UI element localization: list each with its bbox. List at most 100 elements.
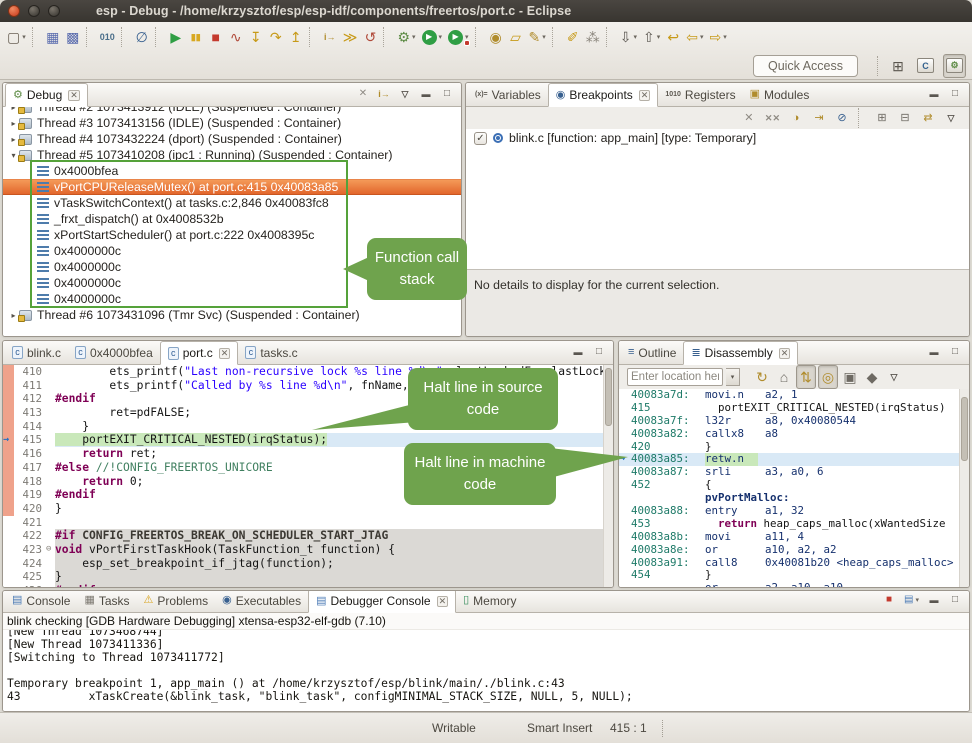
- annotation-navigation-icon[interactable]: ⁂: [583, 25, 603, 49]
- tab-outline[interactable]: ≡Outline: [621, 341, 683, 364]
- debug-thread-row[interactable]: ▸Thread #3 1073413156 (IDLE) (Suspended …: [3, 115, 461, 131]
- location-input[interactable]: [627, 368, 723, 386]
- maximize-icon[interactable]: □: [948, 592, 962, 608]
- fold-marker-icon[interactable]: ⊖: [46, 543, 55, 557]
- tab-breakpoints[interactable]: ◉Breakpoints✕: [548, 83, 659, 107]
- run-icon[interactable]: ▶▾: [419, 25, 446, 49]
- step-over-icon[interactable]: ↷: [266, 25, 286, 49]
- minimize-icon[interactable]: ▬: [571, 344, 585, 360]
- disassembly-line[interactable]: 40083a82:callx8a8: [619, 428, 959, 441]
- mark-occurrences-icon[interactable]: ✐: [563, 25, 583, 49]
- terminate-and-relaunch-icon[interactable]: ↺: [360, 25, 380, 49]
- breakpoint-row[interactable]: ✓blink.c [function: app_main] [type: Tem…: [466, 129, 969, 147]
- tab-variables[interactable]: (x)=Variables: [468, 83, 548, 106]
- sync-with-active-context-icon[interactable]: ⇅: [796, 365, 816, 389]
- code-line[interactable]: 425}: [3, 570, 603, 584]
- go-to-file-icon[interactable]: ⇥: [809, 109, 829, 127]
- disassembly-line[interactable]: 40083a8b:movia11, 4: [619, 531, 959, 544]
- close-tab-icon[interactable]: ✕: [219, 348, 231, 359]
- disassembly-line[interactable]: 415 portEXIT_CRITICAL_NESTED(irqStatus): [619, 402, 959, 415]
- pin-icon[interactable]: ◆: [862, 365, 882, 389]
- tab-port-c[interactable]: cport.c✕: [160, 341, 239, 365]
- tab-modules[interactable]: ▣Modules: [743, 83, 817, 106]
- minimize-icon[interactable]: ▬: [419, 86, 433, 102]
- tab-executables[interactable]: ◉Executables: [215, 590, 308, 612]
- disassembly-line[interactable]: 40083a8e:ora10, a2, a2: [619, 544, 959, 557]
- close-tab-icon[interactable]: ✕: [639, 90, 651, 101]
- open-type-icon[interactable]: ◉: [486, 25, 506, 49]
- open-new-view-icon[interactable]: ▣: [840, 365, 860, 389]
- code-line[interactable]: 426#endif: [3, 584, 603, 587]
- forward-icon[interactable]: ⇨▾: [707, 25, 730, 49]
- open-resource-icon[interactable]: ▱: [506, 25, 526, 49]
- tab-registers[interactable]: 1010Registers: [658, 83, 742, 106]
- debug-thread-row[interactable]: ▸Thread #6 1073431096 (Tmr Svc) (Suspend…: [3, 307, 461, 323]
- tab-tasks[interactable]: ▦Tasks: [77, 590, 136, 612]
- disassembly-line[interactable]: 40083a91:call80x40081b20 <heap_caps_mall…: [619, 557, 959, 570]
- tab-disassembly[interactable]: ≣Disassembly✕: [683, 341, 798, 365]
- tab-memory[interactable]: ▯Memory: [456, 590, 523, 612]
- breakpoints-list[interactable]: ✓blink.c [function: app_main] [type: Tem…: [466, 129, 969, 269]
- back-icon[interactable]: ⇦▾: [683, 25, 706, 49]
- location-dropdown-icon[interactable]: ▾: [726, 368, 740, 386]
- stack-frame-row[interactable]: _frxt_dispatch() at 0x4008532b: [3, 211, 461, 227]
- stack-frame-row[interactable]: vTaskSwitchContext() at tasks.c:2,846 0x…: [3, 195, 461, 211]
- code-line[interactable]: 421: [3, 516, 603, 530]
- maximize-icon[interactable]: □: [948, 86, 962, 102]
- disassembly-line[interactable]: ora2, a10, a10: [619, 582, 959, 587]
- collapse-all-icon[interactable]: ⊟: [895, 109, 915, 127]
- view-menu-icon[interactable]: ▽: [398, 86, 412, 102]
- tab-0x4000bfea[interactable]: c0x4000bfea: [68, 341, 160, 364]
- home-icon[interactable]: ⌂: [774, 365, 794, 389]
- minimize-icon[interactable]: ▬: [927, 344, 941, 360]
- remove-all-breakpoints-icon[interactable]: ✕✕: [762, 109, 783, 127]
- close-tab-icon[interactable]: ✕: [437, 596, 449, 607]
- previous-annotation-icon[interactable]: ⇧▾: [640, 25, 663, 49]
- debug-tree[interactable]: ▸Thread #2 1073413912 (IDLE) (Suspended …: [3, 107, 461, 336]
- quick-access-button[interactable]: Quick Access: [753, 55, 858, 77]
- display-selected-console-icon[interactable]: ▤▾: [903, 592, 920, 608]
- debug-thread-row[interactable]: ▸Thread #4 1073432224 (dport) (Suspended…: [3, 131, 461, 147]
- binary-icon[interactable]: 010: [97, 25, 118, 49]
- debug-thread-row[interactable]: ▸Thread #2 1073413912 (IDLE) (Suspended …: [3, 107, 461, 115]
- window-minimize-button[interactable]: [28, 5, 40, 17]
- instruction-stepping-icon[interactable]: i→: [320, 25, 340, 49]
- skip-all-breakpoints-icon[interactable]: ⊘: [832, 109, 852, 127]
- console-output[interactable]: [New Thread 1073468744][New Thread 10734…: [3, 630, 969, 711]
- cpp-perspective-icon[interactable]: C: [914, 54, 937, 78]
- terminate-icon[interactable]: ■: [206, 25, 226, 49]
- search-icon[interactable]: ✎▾: [526, 25, 549, 49]
- disassembly-line[interactable]: 40083a87:srlia3, a0, 6: [619, 466, 959, 479]
- disassembly-area[interactable]: 40083a7d:movi.na2, 1415 portEXIT_CRITICA…: [619, 389, 959, 587]
- maximize-icon[interactable]: □: [440, 86, 454, 102]
- save-icon[interactable]: ▦: [43, 25, 63, 49]
- window-maximize-button[interactable]: [48, 5, 60, 17]
- next-annotation-icon[interactable]: ⇩▾: [617, 25, 640, 49]
- disassembly-scrollbar[interactable]: [959, 389, 969, 587]
- skip-all-breakpoints-icon[interactable]: ∅: [132, 25, 152, 49]
- remove-breakpoint-icon[interactable]: ✕: [739, 109, 759, 127]
- new-wizard-icon[interactable]: ▢▾: [4, 25, 29, 49]
- close-tab-icon[interactable]: ✕: [68, 90, 80, 101]
- code-line[interactable]: 423⊖void vPortFirstTaskHook(TaskFunction…: [3, 543, 603, 557]
- view-menu-icon[interactable]: ▽: [941, 109, 961, 127]
- tab-tasks-c[interactable]: ctasks.c: [238, 341, 304, 364]
- minimize-icon[interactable]: ▬: [927, 592, 941, 608]
- save-all-icon[interactable]: ▩: [63, 25, 83, 49]
- expand-all-icon[interactable]: ⊞: [872, 109, 892, 127]
- code-line[interactable]: 424 esp_set_breakpoint_if_jtag(function)…: [3, 557, 603, 571]
- stack-frame-row[interactable]: vPortCPUReleaseMutex() at port.c:415 0x4…: [3, 179, 461, 195]
- window-close-button[interactable]: [8, 5, 20, 17]
- tab-debugger-console[interactable]: ▤Debugger Console✕: [308, 590, 456, 613]
- tab-debug[interactable]: ⚙Debug✕: [5, 83, 88, 107]
- disassembly-scrollbar-thumb[interactable]: [961, 397, 968, 461]
- show-breakpoints-supported-icon[interactable]: ◑: [786, 109, 806, 127]
- disassembly-line[interactable]: 40083a7f:l32ra8, 0x40080544: [619, 415, 959, 428]
- open-perspective-icon[interactable]: ⊞: [888, 54, 908, 78]
- disassembly-line[interactable]: 453 return heap_caps_malloc(xWantedSize: [619, 518, 959, 531]
- editor-scrollbar-thumb[interactable]: [605, 368, 612, 426]
- track-expression-icon[interactable]: ◎: [818, 365, 838, 389]
- debug-icon[interactable]: ⚙▾: [394, 25, 418, 49]
- tab-problems[interactable]: ⚠Problems: [137, 590, 216, 612]
- remove-all-terminated-icon[interactable]: ✕: [356, 86, 370, 102]
